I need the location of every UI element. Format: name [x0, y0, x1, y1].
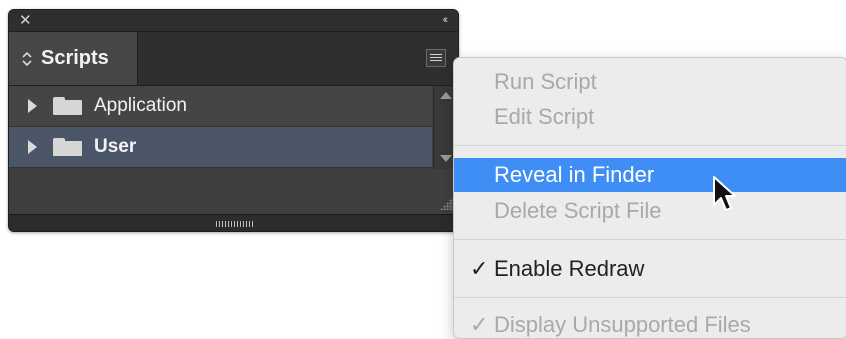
- panel-menu-icon[interactable]: [426, 49, 446, 67]
- menu-separator: [454, 145, 846, 146]
- menu-item-label: Enable Redraw: [494, 256, 645, 281]
- disclosure-triangle-icon[interactable]: [28, 140, 37, 154]
- list-item[interactable]: Application: [9, 86, 432, 127]
- folder-icon: [53, 138, 82, 156]
- disclosure-triangle-icon[interactable]: [28, 99, 37, 113]
- mouse-pointer-icon: [713, 176, 736, 211]
- menu-separator: [454, 297, 846, 298]
- menu-item-enable-redraw[interactable]: ✓ Enable Redraw: [454, 252, 846, 286]
- close-icon[interactable]: ✕: [19, 11, 32, 30]
- menu-item-label: Reveal in Finder: [494, 162, 655, 187]
- tab-scripts[interactable]: Scripts: [9, 32, 138, 85]
- panel-bottom-bar: [9, 214, 458, 231]
- tab-label: Scripts: [41, 47, 109, 69]
- scroll-up-icon[interactable]: [440, 92, 452, 99]
- context-menu: Run Script Edit Script Reveal in Finder …: [453, 57, 846, 339]
- check-icon: ✓: [470, 256, 489, 281]
- collapse-icon[interactable]: ‹‹: [443, 12, 449, 29]
- menu-item-display-unsupported-files[interactable]: ✓ Display Unsupported Files: [454, 308, 846, 338]
- menu-item-delete-script-file[interactable]: Delete Script File: [454, 194, 846, 228]
- menu-item-reveal-in-finder[interactable]: Reveal in Finder: [454, 158, 846, 192]
- scripts-panel: ✕ ‹‹ Scripts Application User: [8, 9, 459, 232]
- menu-item-edit-script[interactable]: Edit Script: [454, 100, 846, 134]
- scroll-down-icon[interactable]: [440, 155, 452, 162]
- list-item-label: User: [94, 136, 137, 157]
- list-item-label: Application: [94, 95, 187, 116]
- menu-item-label: Run Script: [494, 69, 597, 94]
- resize-handle-icon[interactable]: [216, 221, 254, 227]
- menu-item-label: Display Unsupported Files: [494, 312, 751, 337]
- menu-item-label: Delete Script File: [494, 198, 662, 223]
- panel-titlebar[interactable]: ✕ ‹‹: [9, 10, 458, 32]
- check-icon: ✓: [470, 312, 489, 337]
- chevron-updown-icon: [21, 50, 33, 68]
- panel-empty-area: [9, 170, 458, 213]
- folder-icon: [53, 97, 82, 115]
- menu-item-label: Edit Script: [494, 104, 595, 129]
- menu-separator: [454, 239, 846, 240]
- menu-item-run-script[interactable]: Run Script: [454, 65, 846, 99]
- panel-tabbar: Scripts: [9, 32, 458, 86]
- list-item[interactable]: User: [9, 127, 432, 168]
- scripts-list: Application User: [9, 86, 432, 169]
